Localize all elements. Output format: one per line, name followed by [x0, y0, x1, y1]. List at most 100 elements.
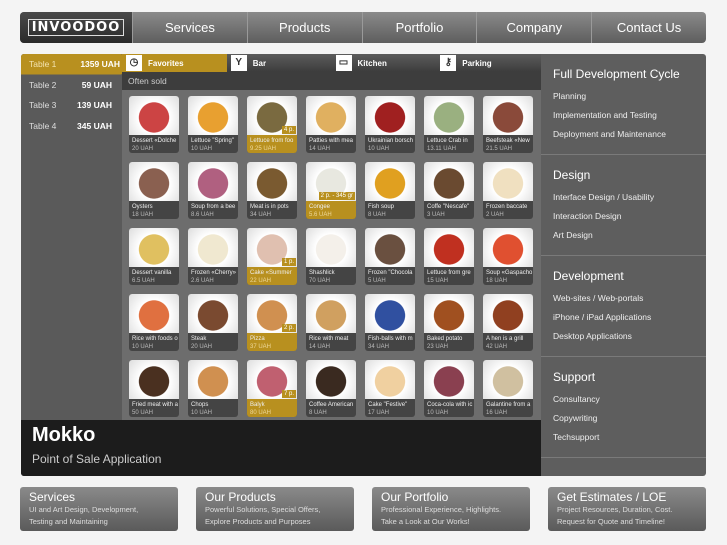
- caption: Mokko Point of Sale Application: [21, 420, 541, 476]
- item-label: Rice with foods o 10 UAH: [129, 333, 179, 351]
- menu-item[interactable]: Chops 10 UAH: [188, 360, 238, 417]
- menu-item[interactable]: Cake "Festive" 17 UAH: [365, 360, 415, 417]
- item-label: Congee 5.6 UAH: [306, 201, 356, 219]
- food-image: [188, 96, 238, 135]
- menu-item[interactable]: Beefsteak «New 21.5 UAH: [483, 96, 533, 153]
- menu-item[interactable]: Patties with mea 14 UAH: [306, 96, 356, 153]
- category-tabs: ◷ Favorites Y Bar ▭ Kitchen ⚷ Parking: [122, 54, 541, 72]
- food-image: [424, 294, 474, 333]
- item-label: Dessert vanilla 6.5 UAH: [129, 267, 179, 285]
- tab-bar[interactable]: Y Bar: [227, 54, 332, 72]
- feature-box[interactable]: Get Estimates / LOE Project Resources, Du…: [548, 487, 706, 531]
- feature-box[interactable]: Services UI and Art Design, Development, T…: [20, 487, 178, 531]
- sidebar-link[interactable]: Desktop Applications: [553, 331, 694, 350]
- menu-item[interactable]: Galantine from a 16 UAH: [483, 360, 533, 417]
- sidebar-link[interactable]: Planning: [553, 91, 694, 110]
- menu-item[interactable]: Ukrainian borsch 10 UAH: [365, 96, 415, 153]
- menu-item[interactable]: 2 p. - 345 gr Congee 5.6 UAH: [306, 162, 356, 219]
- logo[interactable]: INVOODOO: [20, 12, 132, 43]
- tab-parking[interactable]: ⚷ Parking: [436, 54, 541, 72]
- sidebar-link[interactable]: Copywriting: [553, 413, 694, 432]
- food-image: [365, 294, 415, 333]
- table-amount: 139 UAH: [77, 100, 112, 111]
- item-price: 16 UAH: [486, 410, 508, 416]
- item-label: Frozen "Chocola 5 UAH: [365, 267, 415, 285]
- sidebar-link[interactable]: Implementation and Testing: [553, 110, 694, 129]
- menu-item[interactable]: Frozen "Chocola 5 UAH: [365, 228, 415, 285]
- sidebar-heading[interactable]: Design: [553, 168, 694, 182]
- section-label: Often sold: [122, 72, 541, 90]
- food-image: 4 p.: [247, 96, 297, 135]
- menu-item[interactable]: 7 p. Balyk 80 UAH: [247, 360, 297, 417]
- item-price: 20 UAH: [191, 344, 213, 350]
- menu-item[interactable]: 2 p. Pizza 37 UAH: [247, 294, 297, 351]
- menu-item[interactable]: Rice with foods o 10 UAH: [129, 294, 179, 351]
- menu-item[interactable]: Fish-balls with m 34 UAH: [365, 294, 415, 351]
- sidebar-link[interactable]: Techsupport: [553, 432, 694, 451]
- item-label: A hen is a grill 42 UAH: [483, 333, 533, 351]
- item-label: Lettuce from foo 9.25 UAH: [247, 135, 297, 153]
- sidebar-link[interactable]: Art Design: [553, 230, 694, 249]
- feature-box[interactable]: Our Products Powerful Solutions, Special …: [196, 487, 354, 531]
- item-name: Ukrainian borsch: [368, 138, 414, 144]
- item-name: Lettuce Crab in: [427, 138, 468, 144]
- sidebar-link[interactable]: Interface Design / Usability: [553, 192, 694, 211]
- table-name: Table 2: [29, 79, 57, 90]
- menu-item[interactable]: Soup from a bee 8.6 UAH: [188, 162, 238, 219]
- table-item[interactable]: Table 4 345 UAH: [21, 116, 122, 137]
- menu-item[interactable]: Coca-cola with ic 10 UAH: [424, 360, 474, 417]
- menu-item[interactable]: Frozen «Cherry» 2.6 UAH: [188, 228, 238, 285]
- sidebar-link[interactable]: iPhone / iPad Applications: [553, 312, 694, 331]
- sidebar-link[interactable]: Deployment and Maintenance: [553, 129, 694, 148]
- menu-item[interactable]: Frozen baccate 2 UAH: [483, 162, 533, 219]
- box-line: UI and Art Design, Development,: [29, 505, 139, 514]
- menu-item[interactable]: Coffe "Nescafe" 3 UAH: [424, 162, 474, 219]
- food-image: 7 p.: [247, 360, 297, 399]
- item-price: 18 UAH: [132, 212, 154, 218]
- menu-item[interactable]: Fried meat with a 50 UAH: [129, 360, 179, 417]
- menu-item[interactable]: Meat is in pots 34 UAH: [247, 162, 297, 219]
- tab-favorites[interactable]: ◷ Favorites: [122, 54, 227, 72]
- menu-item[interactable]: Shashlick 70 UAH: [306, 228, 356, 285]
- nav-portfolio[interactable]: Portfolio: [361, 12, 477, 43]
- menu-item[interactable]: Steak 20 UAH: [188, 294, 238, 351]
- menu-item[interactable]: Lettuce from gre 15 UAH: [424, 228, 474, 285]
- menu-item[interactable]: 1 p. Cake «Summer 22 UAH: [247, 228, 297, 285]
- menu-item[interactable]: Dessert vanilla 6.5 UAH: [129, 228, 179, 285]
- menu-item[interactable]: Baked potato 23 UAH: [424, 294, 474, 351]
- sidebar-link[interactable]: Web-sites / Web-portals: [553, 293, 694, 312]
- menu-item[interactable]: Rice with meat 14 UAH: [306, 294, 356, 351]
- item-name: Oysters: [132, 204, 153, 210]
- table-item[interactable]: Table 2 59 UAH: [21, 75, 122, 96]
- menu-item[interactable]: Coffee American 8 UAH: [306, 360, 356, 417]
- sidebar-heading[interactable]: Full Development Cycle: [553, 67, 694, 81]
- nav-company[interactable]: Company: [476, 12, 591, 43]
- menu-item[interactable]: Lettuce "Spring" 10 UAH: [188, 96, 238, 153]
- table-item[interactable]: Table 1 1359 UAH: [21, 54, 130, 75]
- food-image: [247, 162, 297, 201]
- sidebar-heading[interactable]: Support: [553, 370, 694, 384]
- menu-item[interactable]: Soup «Gaspacho 18 UAH: [483, 228, 533, 285]
- feature-box[interactable]: Our Portfolio Professional Experience, Hi…: [372, 487, 530, 531]
- tab-kitchen[interactable]: ▭ Kitchen: [332, 54, 437, 72]
- sidebar-heading[interactable]: Development: [553, 269, 694, 283]
- sidebar-link[interactable]: Consultancy: [553, 394, 694, 413]
- sidebar-section: Full Development Cycle Planning Implementa…: [541, 54, 706, 155]
- menu-item[interactable]: Fish soup 8 UAH: [365, 162, 415, 219]
- menu-item[interactable]: A hen is a grill 42 UAH: [483, 294, 533, 351]
- nav-contact-us[interactable]: Contact Us: [591, 12, 706, 43]
- item-name: Balyk: [250, 402, 265, 408]
- portion-badge: 1 p.: [281, 258, 296, 266]
- table-item[interactable]: Table 3 139 UAH: [21, 95, 122, 116]
- nav-services[interactable]: Services: [132, 12, 247, 43]
- menu-item[interactable]: Lettuce Crab in 13.11 UAH: [424, 96, 474, 153]
- item-name: Congee: [309, 204, 331, 210]
- box-line: Powerful Solutions, Special Offers,: [205, 505, 321, 514]
- menu-item[interactable]: Oysters 18 UAH: [129, 162, 179, 219]
- nav-products[interactable]: Products: [246, 12, 362, 43]
- box-desc: Project Resources, Duration, Cost. Reques…: [557, 504, 697, 528]
- menu-item[interactable]: 4 p. Lettuce from foo 9.25 UAH: [247, 96, 297, 153]
- menu-item[interactable]: Dessert «Dolche 20 UAH: [129, 96, 179, 153]
- sidebar-link[interactable]: Interaction Design: [553, 211, 694, 230]
- tab-label: Bar: [252, 58, 267, 68]
